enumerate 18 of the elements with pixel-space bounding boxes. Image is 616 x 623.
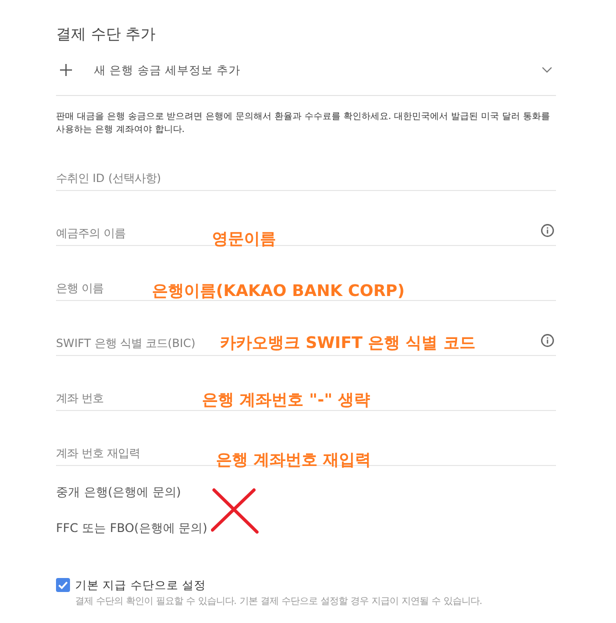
checkbox-label: 기본 지급 수단으로 설정: [75, 577, 207, 593]
checkbox[interactable]: [56, 578, 70, 592]
section-label: FFC 또는 FBO(은행에 문의): [56, 520, 208, 537]
annotation-text: 은행 계좌번호 "-" 생략: [202, 391, 370, 409]
annotation-text: 은행 계좌번호 재입력: [216, 451, 372, 469]
annotation-text: 카카오뱅크 SWIFT 은행 식별 코드: [220, 334, 476, 352]
info-icon[interactable]: [541, 334, 554, 347]
cross-mark-icon: [211, 488, 259, 534]
plus-icon: [60, 64, 72, 76]
info-icon[interactable]: [541, 224, 554, 237]
section-label: 중개 은행(은행에 문의): [56, 484, 181, 501]
input-field[interactable]: 수취인 ID (선택사항): [56, 136, 556, 191]
annotation-text: 은행이름(KAKAO BANK CORP): [152, 282, 405, 300]
helper-text: 결제 수단의 확인이 필요할 수 있습니다. 기본 결제 수단으로 설정할 경우 지급이 지연될 수 있습니다.: [75, 595, 482, 608]
add-bank-button[interactable]: 새 은행 송금 세부정보 추가: [56, 55, 556, 85]
annotation-text: 영문이름: [212, 230, 276, 248]
page-title: 결제 수단 추가: [56, 24, 157, 45]
description-text: 판매 대금을 은행 송금으로 받으려면 은행에 문의해서 환율과 수수료를 확인하세요. 대한민국에서 발급된 미국 달러 통화를 사용하는 은행 계좌여야 합니다.: [56, 95, 556, 136]
